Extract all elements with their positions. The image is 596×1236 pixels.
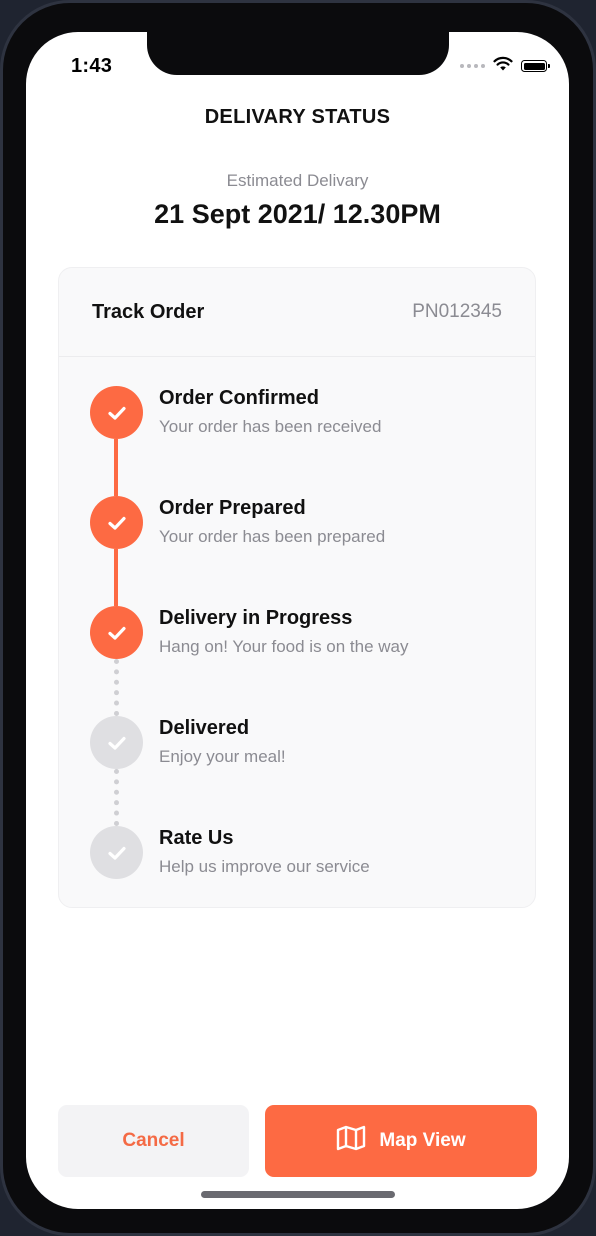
tracking-step: Delivery in Progress Hang on! Your food …	[59, 606, 535, 716]
estimated-delivery-label: Estimated Delivary	[226, 171, 369, 190]
step-status-circle	[90, 386, 143, 439]
cancel-button[interactable]: Cancel	[58, 1105, 249, 1177]
check-icon	[107, 846, 126, 860]
page-title: DELIVARY STATUS	[204, 106, 391, 128]
track-order-title: Track Order	[92, 300, 205, 323]
step-subtitle: Your order has been prepared	[159, 527, 386, 546]
track-order-header: Track Order PN012345	[59, 268, 535, 357]
step-subtitle: Your order has been received	[159, 417, 382, 436]
check-icon	[107, 516, 126, 530]
step-title: Order Prepared	[159, 497, 306, 519]
map-icon	[336, 1125, 366, 1157]
tracking-step: Order Prepared Your order has been prepa…	[59, 496, 535, 606]
battery-icon	[521, 60, 550, 72]
tracking-step: Rate Us Help us improve our service	[59, 826, 535, 936]
map-view-button-label: Map View	[379, 1130, 466, 1151]
status-icons	[460, 56, 550, 76]
home-indicator	[201, 1191, 395, 1198]
order-id: PN012345	[412, 301, 502, 322]
step-title: Rate Us	[159, 827, 234, 849]
step-status-circle	[90, 716, 143, 769]
wifi-icon	[493, 56, 513, 76]
device-frame: 1:43 DELIVARY STATUS Estimated Delivary …	[0, 0, 596, 1236]
step-subtitle: Help us improve our service	[159, 857, 370, 876]
signal-icon	[460, 64, 485, 68]
estimated-delivery-value: 21 Sept 2021/ 12.30PM	[154, 199, 441, 229]
battery-level	[523, 62, 545, 70]
step-status-circle	[90, 496, 143, 549]
cancel-button-label: Cancel	[122, 1130, 185, 1151]
status-time: 1:43	[71, 55, 113, 77]
tracking-step: Order Confirmed Your order has been rece…	[59, 386, 535, 496]
app-screen: 1:43 DELIVARY STATUS Estimated Delivary …	[26, 32, 569, 1209]
step-title: Delivery in Progress	[159, 607, 353, 629]
device-notch	[147, 32, 449, 75]
check-icon	[107, 736, 126, 750]
step-status-circle	[90, 826, 143, 879]
step-subtitle: Hang on! Your food is on the way	[159, 637, 409, 656]
track-order-card: Track Order PN012345 Order Confirmed You…	[58, 267, 536, 908]
check-icon	[107, 626, 126, 640]
step-title: Delivered	[159, 717, 250, 739]
check-icon	[107, 406, 126, 420]
tracking-step: Delivered Enjoy your meal!	[59, 716, 535, 826]
step-title: Order Confirmed	[159, 387, 320, 409]
step-subtitle: Enjoy your meal!	[159, 747, 286, 766]
step-status-circle	[90, 606, 143, 659]
map-view-button[interactable]: Map View	[265, 1105, 537, 1177]
